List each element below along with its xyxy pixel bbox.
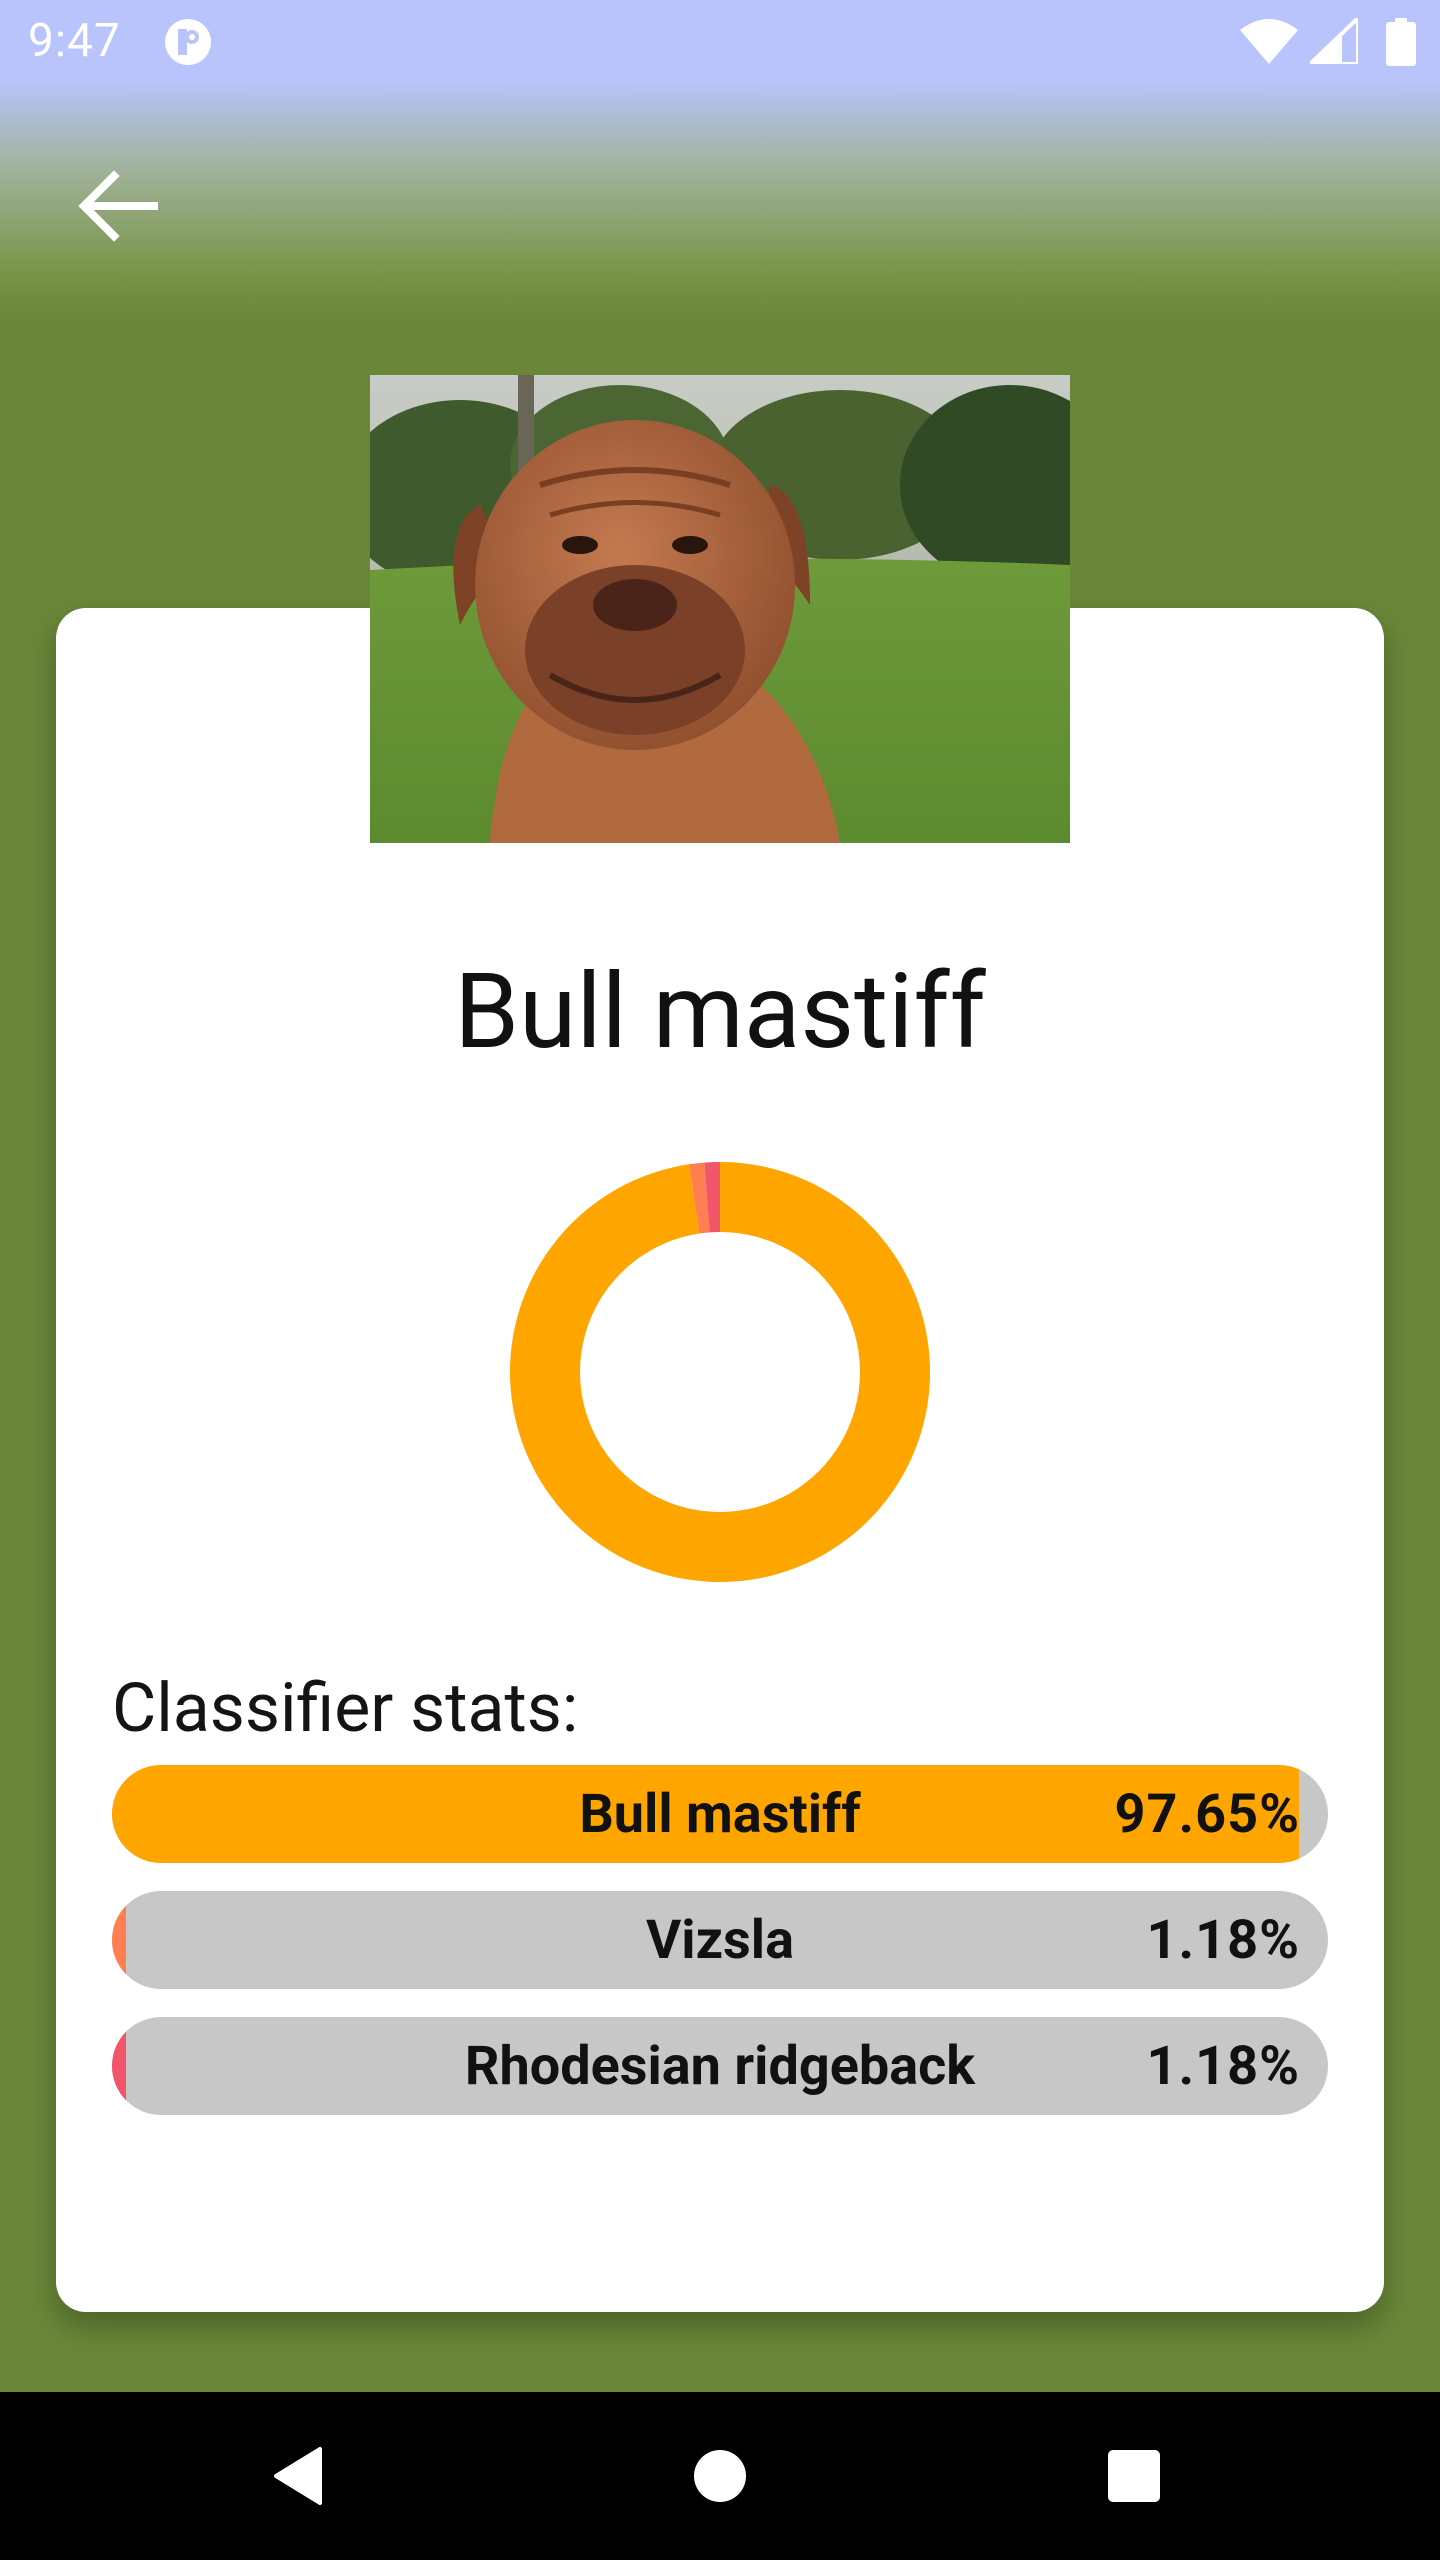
nav-back-button[interactable] xyxy=(255,2432,343,2520)
stats-heading: Classifier stats: xyxy=(112,1668,579,1748)
dog-photo xyxy=(370,375,1070,843)
back-button[interactable] xyxy=(62,150,174,262)
stat-bar-vizsla: Vizsla 1.18% xyxy=(112,1891,1328,1989)
stat-bar-rhodesian-ridgeback: Rhodesian ridgeback 1.18% xyxy=(112,2017,1328,2115)
system-nav-bar xyxy=(0,2392,1440,2560)
stat-percent: 1.18% xyxy=(1146,2034,1300,2098)
cell-signal-icon xyxy=(1310,18,1358,64)
stat-percent: 97.65% xyxy=(1114,1782,1300,1846)
arrow-back-icon xyxy=(78,170,158,242)
nav-home-icon xyxy=(694,2450,746,2502)
nav-back-icon xyxy=(274,2447,322,2505)
confidence-donut-chart xyxy=(510,1162,930,1582)
nav-home-button[interactable] xyxy=(676,2432,764,2520)
nav-recents-button[interactable] xyxy=(1090,2432,1178,2520)
breed-title: Bull mastiff xyxy=(454,952,986,1073)
stat-bar-bull-mastiff: Bull mastiff 97.65% xyxy=(112,1765,1328,1863)
status-bar: 9:47 xyxy=(0,0,1440,84)
status-time: 9:47 xyxy=(28,14,121,68)
battery-icon xyxy=(1386,18,1416,66)
nav-recents-icon xyxy=(1108,2450,1160,2502)
stat-percent: 1.18% xyxy=(1146,1908,1300,1972)
notification-app-icon xyxy=(165,19,211,65)
wifi-icon xyxy=(1240,19,1298,64)
